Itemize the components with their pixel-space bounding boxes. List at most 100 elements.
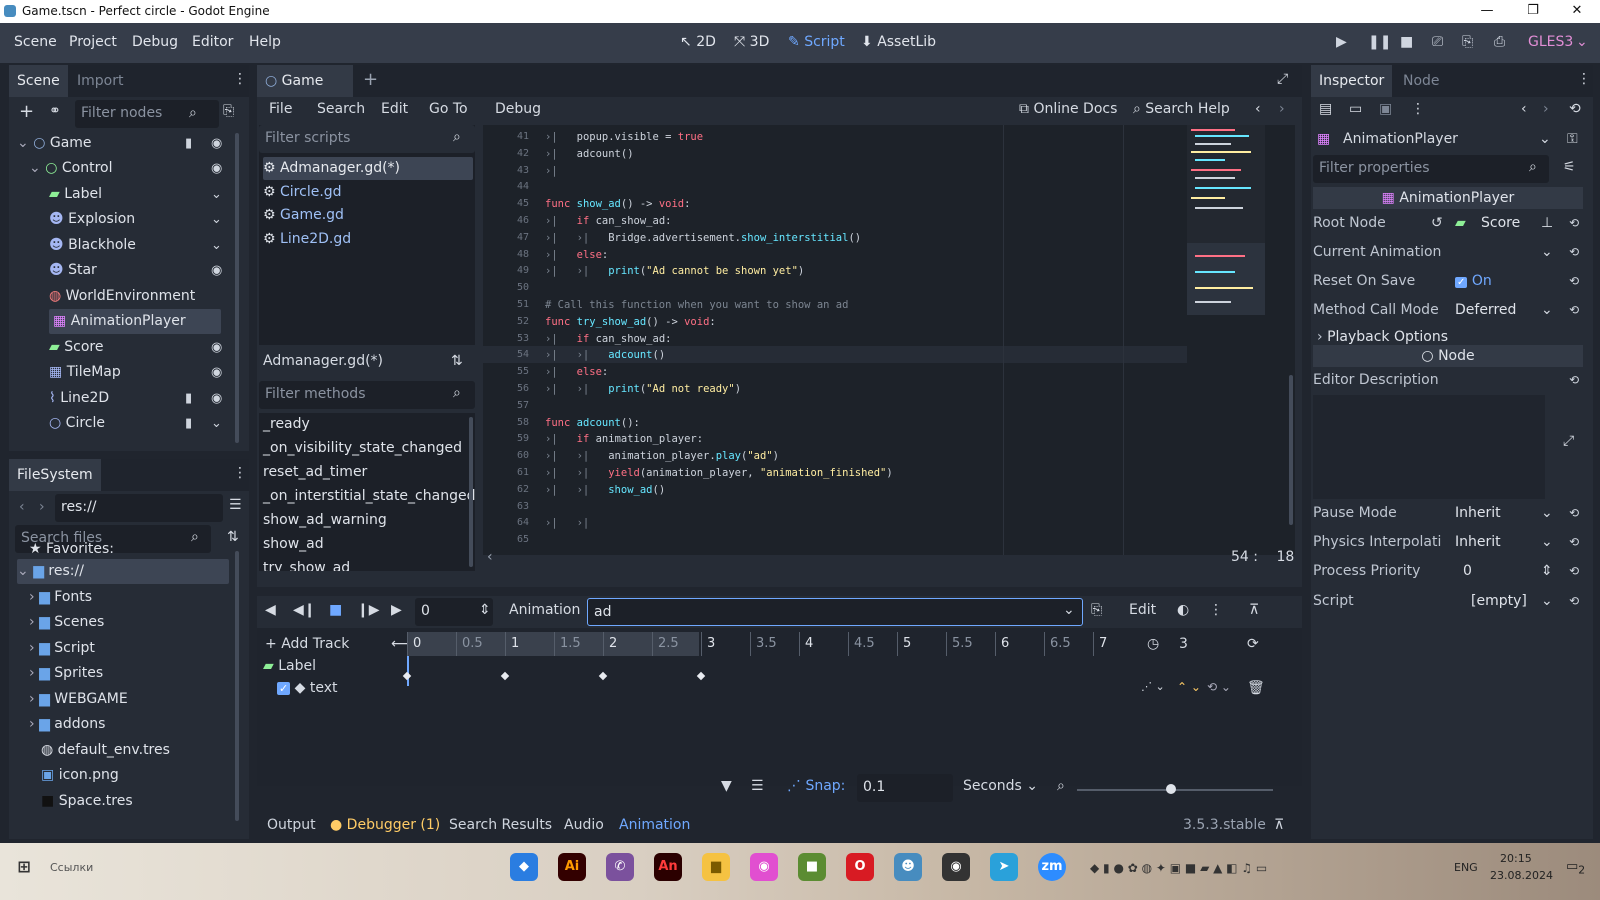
notification-center[interactable]: ▭2 — [1566, 859, 1585, 877]
object-properties-icon[interactable]: ⚿ — [1567, 131, 1578, 147]
revert-icon[interactable]: ⟲ — [1569, 238, 1579, 267]
script-resource-picker[interactable]: [empty] ⌄ — [1449, 590, 1559, 613]
current-animation-select[interactable]: ⌄ — [1449, 241, 1559, 264]
reset-on-save-checkbox[interactable]: ✓ On — [1449, 270, 1559, 293]
track-loop-wrap-icon[interactable]: ⟲ ⌄ — [1207, 680, 1231, 694]
clock-date[interactable]: 23.08.2024 — [1490, 869, 1553, 882]
minimap[interactable] — [1187, 125, 1265, 315]
clear-icon[interactable]: ⊥ — [1541, 209, 1553, 238]
revert-icon[interactable]: ⟲ — [1569, 296, 1579, 325]
save-icon[interactable]: ▣ — [1379, 101, 1392, 117]
method-item[interactable]: show_ad_warning — [263, 509, 387, 532]
add-tab-icon[interactable]: + — [363, 69, 378, 90]
revert-icon[interactable]: ⟲ — [1569, 366, 1579, 395]
animation-edit-button[interactable]: Edit — [1129, 602, 1156, 618]
menu-dots-icon[interactable]: ⋮ — [1577, 71, 1591, 87]
tree-node-worldenvironment[interactable]: ◍ WorldEnvironment — [49, 284, 231, 309]
pin-icon[interactable]: ⊼ — [1249, 602, 1259, 618]
track-interp-icon[interactable]: ⋰ ⌄ — [1141, 680, 1165, 693]
folder-addons[interactable]: › ▆ addons — [29, 712, 105, 737]
stop-icon[interactable]: ■ — [329, 602, 342, 618]
close-button[interactable]: ✕ — [1554, 0, 1600, 23]
zoom-slider-handle[interactable] — [1166, 784, 1176, 794]
file-default-env[interactable]: ◍ default_env.tres — [41, 738, 170, 763]
tree-node-label[interactable]: ▰ Label ⌄ — [49, 182, 231, 207]
minimap-viewport[interactable] — [1187, 243, 1265, 315]
folder-script[interactable]: › ▆ Script — [29, 636, 95, 661]
tab-node[interactable]: Node — [1395, 65, 1448, 97]
folder-res-root[interactable]: ⌄ ▆ res:// — [17, 559, 229, 584]
pause-icon[interactable]: ❚❚ — [1368, 34, 1391, 50]
language-indicator[interactable]: ENG — [1454, 861, 1478, 874]
tab-import[interactable]: Import — [69, 65, 131, 97]
animate-icon[interactable]: An — [654, 853, 682, 881]
stop-icon[interactable]: ■ — [1400, 34, 1413, 50]
app-icon-1[interactable]: ◆ — [510, 853, 538, 881]
revert-icon[interactable]: ⟲ — [1569, 499, 1579, 528]
layout-toggle-icon[interactable]: ☰ — [229, 497, 242, 513]
zoom-icon[interactable]: zm — [1038, 853, 1066, 881]
tree-node-blackhole[interactable]: ☻ Blackhole ⌄ — [49, 233, 231, 258]
script-menu-edit[interactable]: Edit — [381, 101, 408, 117]
property-filter-options-icon[interactable]: ⚟ — [1563, 159, 1576, 175]
script-item-game[interactable]: ⚙ Game.gd — [263, 204, 344, 227]
toggle-scripts-panel-icon[interactable]: ‹ — [487, 549, 493, 565]
menu-dots-icon[interactable]: ⋮ — [1209, 602, 1223, 618]
sort-icon[interactable]: ⇅ — [451, 353, 463, 369]
script-item-circle[interactable]: ⚙ Circle.gd — [263, 181, 342, 204]
keyframe[interactable] — [696, 671, 706, 681]
object-selector[interactable]: ▦ AnimationPlayer ⌄ — [1317, 128, 1557, 154]
bottom-tab-debugger[interactable]: ● Debugger (1) — [330, 817, 440, 833]
eye-icon[interactable]: ◉ — [211, 386, 222, 411]
telegram-icon[interactable]: ➤ — [990, 853, 1018, 881]
keyframe[interactable] — [402, 671, 412, 681]
script-item-line2d[interactable]: ⚙ Line2D.gd — [263, 228, 351, 251]
bottom-tab-output[interactable]: Output — [267, 817, 316, 833]
tree-node-animationplayer[interactable]: ▦ AnimationPlayer — [49, 309, 221, 334]
eye-icon[interactable]: ◉ — [211, 156, 222, 181]
renderer-select[interactable]: GLES3 — [1528, 34, 1573, 50]
script-menu-file[interactable]: File — [269, 101, 292, 117]
method-item[interactable]: show_ad — [263, 533, 324, 556]
menu-debug[interactable]: Debug — [132, 34, 178, 50]
process-priority-spinbox[interactable]: 0 ⇕ — [1449, 560, 1559, 583]
filter-nodes-input[interactable]: Filter nodes — [75, 100, 219, 128]
visibility-hidden-icon[interactable]: ⌄ — [211, 233, 222, 258]
tree-node-line2d[interactable]: ⌇ Line2D ▮ ◉ — [49, 386, 231, 411]
godot-taskbar-icon[interactable]: ☻ — [894, 853, 922, 881]
bottom-tab-animation[interactable]: Animation — [619, 817, 690, 833]
play-from-start-icon[interactable]: ❙▶ — [357, 602, 380, 618]
file-icon-png[interactable]: ▣ icon.png — [41, 763, 119, 788]
filter-properties-input[interactable]: Filter properties — [1313, 155, 1549, 183]
timeline-ruler[interactable]: 0 0.5 1 1.5 2 2.5 3 3.5 4 4.5 5 5.5 6 6.5 7 — [407, 632, 1127, 656]
filter-icon[interactable]: ▼ — [721, 778, 732, 794]
history-forward-icon[interactable]: › — [1279, 101, 1285, 117]
tab-game[interactable]: ○ Game ✕ — [257, 65, 353, 121]
scrollbar[interactable] — [1289, 375, 1293, 525]
history-forward-icon[interactable]: › — [1543, 101, 1549, 117]
reset-icon[interactable]: ↺ — [1431, 209, 1443, 238]
script-icon[interactable]: ▮ — [185, 131, 192, 156]
filter-methods-input[interactable]: Filter methods — [259, 381, 475, 409]
revert-icon[interactable]: ⟲ — [1569, 587, 1579, 616]
history-icon[interactable]: ⟲ — [1569, 101, 1581, 117]
folder-scenes[interactable]: › ▆ Scenes — [29, 610, 104, 635]
tree-node-score[interactable]: ▰ Score ◉ — [49, 335, 231, 360]
delete-track-icon[interactable]: 🗑 — [1247, 680, 1265, 696]
filter-scripts-input[interactable]: Filter scripts — [259, 125, 475, 153]
revert-icon[interactable]: ⟲ — [1569, 267, 1579, 296]
physics-interpolation-select[interactable]: Inherit ⌄ — [1449, 531, 1559, 554]
link-icon[interactable]: ⚭ — [49, 103, 61, 119]
revert-icon[interactable]: ⟲ — [1569, 528, 1579, 557]
revert-icon[interactable]: ⟲ — [1569, 557, 1579, 586]
method-item[interactable]: _on_interstitial_state_changed — [263, 485, 475, 508]
autoplay-icon[interactable]: ⎘ — [1091, 602, 1102, 618]
instance-scene-icon[interactable]: ⎘ — [223, 103, 234, 119]
revert-icon[interactable]: ⟲ — [1569, 209, 1579, 238]
method-item[interactable]: _ready — [263, 413, 310, 436]
method-call-mode-select[interactable]: Deferred ⌄ — [1449, 299, 1559, 322]
animation-select[interactable]: ad — [587, 598, 1083, 626]
track-enabled-checkbox[interactable]: ✓ — [277, 682, 291, 695]
file-space-tres[interactable]: ■ Space.tres — [41, 789, 133, 814]
folder-fonts[interactable]: › ▆ Fonts — [29, 585, 92, 610]
